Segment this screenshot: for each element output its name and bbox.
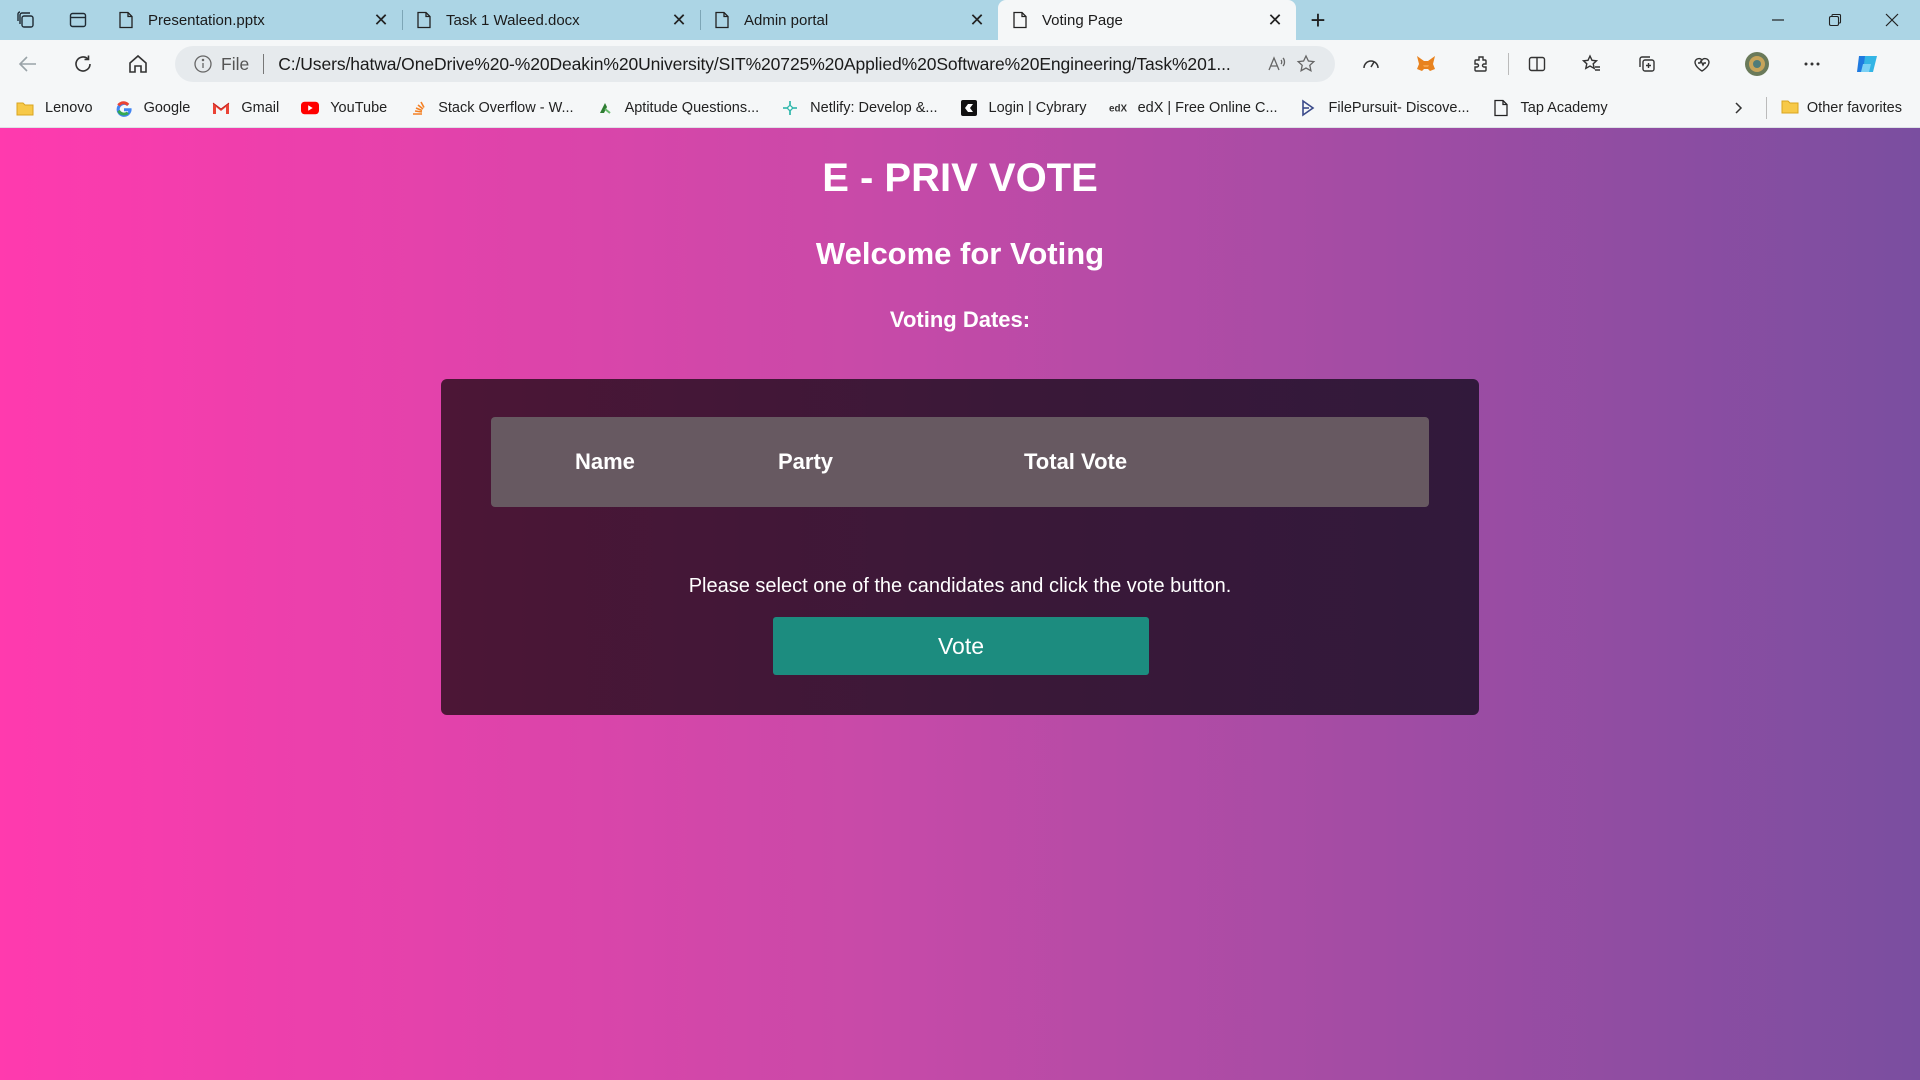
cybrary-icon xyxy=(960,99,978,117)
copilot-icon[interactable] xyxy=(1839,40,1894,88)
bookmark-google[interactable]: Google xyxy=(115,99,191,117)
bookmark-label: Gmail xyxy=(241,99,280,116)
tab-admin-portal[interactable]: Admin portal ✕ xyxy=(700,0,998,40)
gmail-icon xyxy=(212,99,230,117)
tab-presentation[interactable]: Presentation.pptx ✕ xyxy=(104,0,402,40)
column-header-total-vote: Total Vote xyxy=(1024,449,1128,474)
bookmark-stack-overflow[interactable]: Stack Overflow - W... xyxy=(409,99,574,117)
document-icon xyxy=(715,11,729,29)
bookmark-tap-academy[interactable]: Tap Academy xyxy=(1492,99,1608,117)
vertical-tabs-icon[interactable] xyxy=(52,0,104,40)
bookmark-label: Lenovo xyxy=(45,99,93,116)
address-separator xyxy=(263,54,265,74)
refresh-icon[interactable] xyxy=(55,40,110,88)
close-icon[interactable]: ✕ xyxy=(968,10,986,30)
voting-page: E - PRIV VOTE Welcome for Voting Voting … xyxy=(0,128,1920,1080)
read-aloud-icon[interactable] xyxy=(1261,54,1291,74)
column-header-party: Party xyxy=(778,449,834,474)
folder-icon xyxy=(16,99,34,117)
bookmark-filepursuit[interactable]: FilePursuit- Discove... xyxy=(1300,98,1470,117)
bookmark-gmail[interactable]: Gmail xyxy=(212,99,279,117)
toolbar-icons xyxy=(1343,40,1894,88)
youtube-icon xyxy=(301,99,320,117)
voting-panel: Name Party Total Vote Please select one … xyxy=(441,379,1479,715)
aptitude-icon xyxy=(596,99,614,117)
performance-icon[interactable] xyxy=(1343,40,1398,88)
google-icon xyxy=(115,99,133,117)
bookmark-label: Netlify: Develop &... xyxy=(810,99,938,116)
column-header-name: Name xyxy=(575,449,635,474)
workspaces-icon[interactable] xyxy=(0,0,52,40)
bookmark-label: edX | Free Online C... xyxy=(1137,99,1278,116)
bookmark-label: YouTube xyxy=(330,99,388,116)
bookmark-label: Tap Academy xyxy=(1520,99,1608,116)
netlify-icon xyxy=(781,99,799,117)
favorites-divider xyxy=(1765,96,1767,119)
tab-task-1[interactable]: Task 1 Waleed.docx ✕ xyxy=(402,0,700,40)
bookmark-cybrary[interactable]: Login | Cybrary xyxy=(960,99,1087,117)
edx-icon: edX xyxy=(1109,99,1127,117)
bookmark-youtube[interactable]: YouTube xyxy=(301,99,387,117)
bookmark-label: Aptitude Questions... xyxy=(624,99,760,116)
back-icon[interactable] xyxy=(0,40,55,88)
svg-text:edX: edX xyxy=(1109,103,1127,114)
bookmark-netlify[interactable]: Netlify: Develop &... xyxy=(781,99,938,117)
file-scheme-label: File xyxy=(221,53,250,74)
collections-icon[interactable] xyxy=(1619,40,1674,88)
browser-essentials-icon[interactable] xyxy=(1674,40,1729,88)
tab-title: Task 1 Waleed.docx xyxy=(446,11,580,29)
favorites-icon[interactable] xyxy=(1564,40,1619,88)
folder-icon xyxy=(1781,98,1799,118)
close-icon[interactable]: ✕ xyxy=(372,10,390,30)
extensions-icon[interactable] xyxy=(1453,40,1508,88)
favorites-bar: Lenovo Google Gmail YouTube Stack Overfl… xyxy=(0,88,1920,128)
document-icon xyxy=(119,11,133,29)
tab-title: Presentation.pptx xyxy=(148,11,265,29)
metamask-fox-icon[interactable] xyxy=(1398,40,1453,88)
close-icon[interactable]: ✕ xyxy=(670,10,688,30)
bookmark-label: FilePursuit- Discove... xyxy=(1328,99,1470,116)
home-icon[interactable] xyxy=(110,40,165,88)
vote-instruction: Please select one of the candidates and … xyxy=(688,575,1232,597)
bookmark-aptitude-questions[interactable]: Aptitude Questions... xyxy=(596,99,760,117)
filepursuit-icon xyxy=(1300,98,1318,117)
other-favorites-folder[interactable]: Other favorites xyxy=(1781,98,1902,118)
voting-dates-label: Voting Dates: xyxy=(889,307,1031,332)
tab-title: Voting Page xyxy=(1042,11,1123,29)
chevron-right-icon[interactable] xyxy=(1718,101,1758,115)
candidates-table-header: Name Party Total Vote xyxy=(491,417,1429,507)
vote-button[interactable]: Vote xyxy=(773,617,1149,675)
bookmark-label: Stack Overflow - W... xyxy=(438,99,574,116)
url-text[interactable]: C:/Users/hatwa/OneDrive%20-%20Deakin%20U… xyxy=(278,54,1261,75)
stack-overflow-icon xyxy=(409,99,427,117)
other-favorites-label: Other favorites xyxy=(1806,99,1902,116)
browser-toolbar: File C:/Users/hatwa/OneDrive%20-%20Deaki… xyxy=(0,40,1920,88)
page-title: E - PRIV VOTE xyxy=(822,156,1098,200)
bookmark-edx[interactable]: edX edX | Free Online C... xyxy=(1109,99,1278,117)
profile-avatar[interactable] xyxy=(1729,40,1784,88)
minimize-icon[interactable] xyxy=(1749,0,1806,40)
tab-strip: Presentation.pptx ✕ Task 1 Waleed.docx ✕… xyxy=(0,0,1920,40)
tab-title: Admin portal xyxy=(744,11,829,29)
window-controls xyxy=(1749,0,1920,40)
restore-icon[interactable] xyxy=(1806,0,1863,40)
more-options-icon[interactable] xyxy=(1784,40,1839,88)
address-bar[interactable]: File C:/Users/hatwa/OneDrive%20-%20Deaki… xyxy=(175,46,1335,82)
favorite-star-icon[interactable] xyxy=(1291,54,1321,74)
new-tab-button[interactable]: + xyxy=(1296,0,1340,40)
close-icon[interactable]: ✕ xyxy=(1266,10,1284,30)
bookmark-label: Google xyxy=(143,99,191,116)
document-icon xyxy=(1013,11,1027,29)
document-icon xyxy=(417,11,431,29)
tab-voting-page[interactable]: Voting Page ✕ xyxy=(998,0,1296,40)
split-screen-icon[interactable] xyxy=(1509,40,1564,88)
info-icon[interactable] xyxy=(193,54,213,74)
document-icon xyxy=(1492,99,1510,117)
bookmark-lenovo[interactable]: Lenovo xyxy=(16,99,93,117)
close-window-icon[interactable] xyxy=(1863,0,1920,40)
welcome-heading: Welcome for Voting xyxy=(815,236,1105,271)
bookmark-label: Login | Cybrary xyxy=(988,99,1087,116)
